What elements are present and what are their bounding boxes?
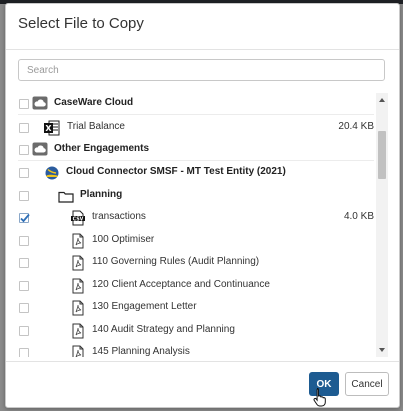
folder-icon (58, 190, 74, 208)
list-item-label: Cloud Connector SMSF - MT Test Entity (2… (66, 166, 286, 177)
checkbox[interactable] (19, 236, 29, 246)
svg-text:CSV: CSV (73, 216, 84, 222)
list-scrollbar[interactable] (376, 93, 388, 357)
document-icon (72, 255, 84, 276)
csv-file-icon: CSV (70, 210, 86, 231)
footer-divider (6, 361, 399, 362)
document-icon (72, 345, 84, 357)
row-divider (18, 114, 374, 115)
document-icon (72, 278, 84, 299)
svg-text:X: X (45, 124, 52, 133)
select-file-dialog: Select File to Copy CaseWare Cloud X Trial… (5, 3, 400, 408)
list-item[interactable]: 120 Client Acceptance and Continuance (6, 275, 374, 297)
list-item-label: 145 Planning Analysis (92, 346, 190, 357)
list-item[interactable]: 130 Engagement Letter (6, 297, 374, 319)
entity-logo-icon (45, 166, 59, 185)
list-item-label: 110 Governing Rules (Audit Planning) (92, 256, 260, 267)
checkbox[interactable] (19, 168, 29, 178)
document-icon (72, 300, 84, 321)
scroll-up-arrow-icon[interactable] (379, 98, 385, 102)
checkbox[interactable] (19, 281, 29, 291)
document-icon (72, 233, 84, 254)
list-item-label: Other Engagements (54, 143, 150, 154)
cloud-icon (32, 142, 48, 161)
cancel-button[interactable]: Cancel (345, 372, 389, 396)
file-list: CaseWare Cloud X Trial Balance 20.4 KB Other… (6, 93, 399, 357)
file-size: 20.4 KB (338, 121, 374, 132)
search-input[interactable] (18, 59, 385, 81)
list-item-label: 140 Audit Strategy and Planning (92, 324, 235, 335)
list-item-label: Planning (80, 189, 123, 200)
dialog-title: Select File to Copy (18, 15, 144, 32)
checkbox[interactable] (19, 326, 29, 336)
list-item[interactable]: 140 Audit Strategy and Planning (6, 320, 374, 342)
checkmark-icon (20, 213, 30, 223)
checkbox-checked[interactable] (19, 213, 30, 223)
list-item-label: 100 Optimiser (92, 234, 155, 245)
list-item[interactable]: 110 Governing Rules (Audit Planning) (6, 252, 374, 274)
title-divider (6, 49, 399, 50)
checkbox[interactable] (19, 191, 29, 201)
list-item[interactable]: 100 Optimiser (6, 230, 374, 252)
list-item[interactable]: Cloud Connector SMSF - MT Test Entity (2… (6, 162, 374, 184)
document-icon (72, 323, 84, 344)
list-item[interactable]: Other Engagements (6, 139, 374, 161)
excel-icon: X (44, 120, 60, 141)
checkbox[interactable] (19, 145, 29, 155)
checkbox[interactable] (19, 303, 29, 313)
list-item-label: CaseWare Cloud (54, 97, 134, 108)
list-item-label: transactions (92, 211, 146, 222)
list-item[interactable]: CaseWare Cloud (6, 93, 374, 115)
list-item[interactable]: CSV transactions 4.0 KB (6, 207, 374, 229)
hand-pointer-cursor-icon (313, 388, 326, 407)
list-item[interactable]: X Trial Balance 20.4 KB (6, 117, 374, 139)
file-size: 4.0 KB (343, 211, 374, 222)
list-item-label: Trial Balance (67, 121, 125, 132)
row-divider (18, 160, 374, 161)
list-item[interactable]: Planning (6, 185, 374, 207)
checkbox[interactable] (19, 348, 29, 357)
scrollbar-thumb[interactable] (378, 131, 386, 179)
list-item-label: 120 Client Acceptance and Continuance (92, 279, 270, 290)
checkbox[interactable] (19, 258, 29, 268)
checkbox[interactable] (19, 123, 29, 133)
list-item[interactable]: 145 Planning Analysis (6, 342, 374, 357)
scroll-down-arrow-icon[interactable] (379, 348, 385, 352)
list-item-label: 130 Engagement Letter (92, 301, 197, 312)
checkbox[interactable] (19, 99, 29, 109)
cloud-icon (32, 96, 48, 115)
